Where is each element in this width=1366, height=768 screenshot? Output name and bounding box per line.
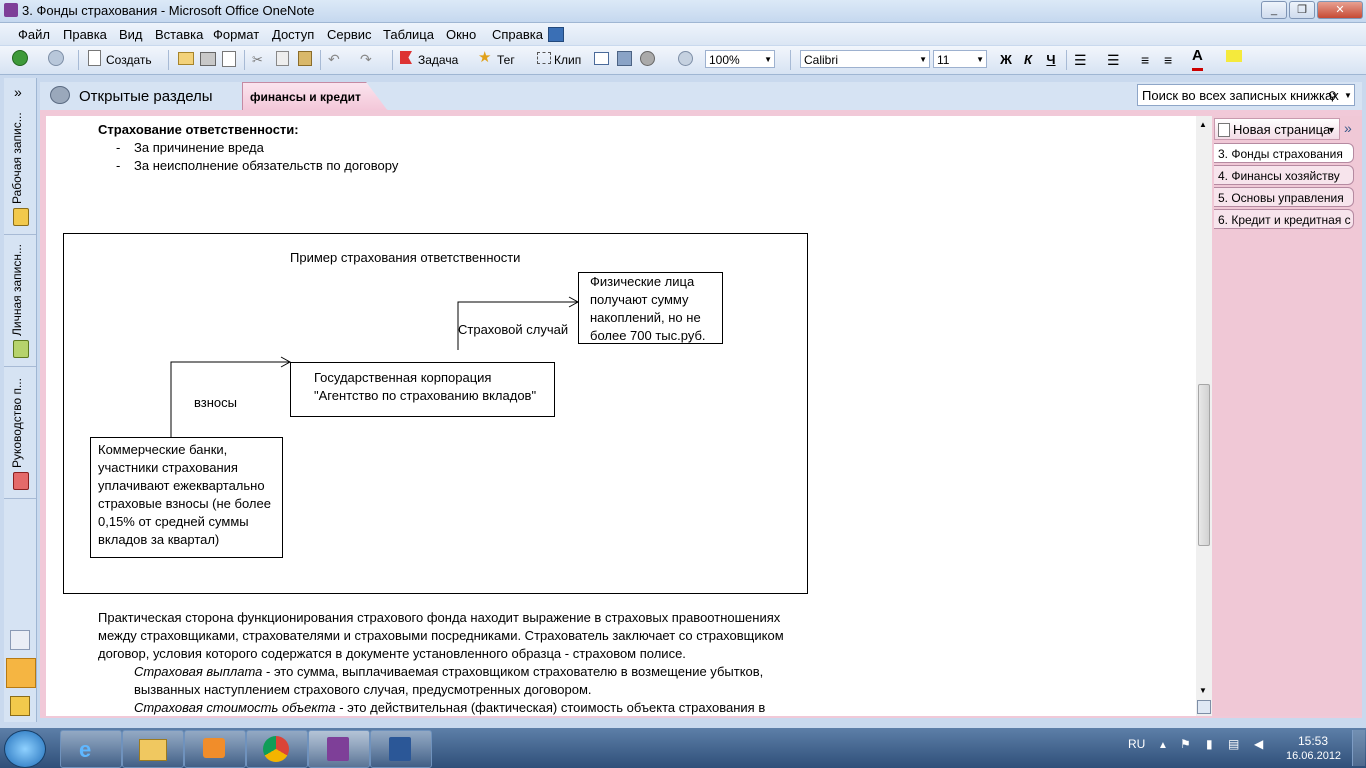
definition-insured-value: Страховая стоимость объекта - это действ…	[134, 699, 765, 717]
label-fees: взносы	[194, 395, 237, 410]
network-icon[interactable]: ▤	[1228, 737, 1239, 751]
definition-text: - это действительная (фактическая) стоим…	[335, 700, 766, 715]
start-button[interactable]	[4, 730, 46, 768]
definition-term: Страховая стоимость объекта	[134, 700, 336, 715]
taskbar-ie-icon[interactable]: e	[60, 730, 122, 768]
taskbar-chrome-icon[interactable]	[246, 730, 308, 768]
definition-text: - это сумма, выплачиваемая страховщиком …	[262, 664, 764, 679]
volume-icon[interactable]: ◀	[1254, 737, 1263, 751]
language-indicator[interactable]: RU	[1128, 737, 1145, 751]
box-commercial-banks-text: Коммерческие банки, участники страховани…	[98, 442, 271, 547]
clock-date[interactable]: 16.06.2012	[1286, 750, 1341, 762]
definition-continuation: вызванных наступлением страхового случая…	[134, 682, 592, 697]
definition-term: Страховая выплата	[134, 664, 263, 679]
taskbar-media-player-icon[interactable]	[184, 730, 246, 768]
paragraph-line: между страховщиками, страхователями и ст…	[98, 628, 784, 643]
box-individuals-text: Физические лица получают сумму накоплени…	[590, 274, 706, 343]
label-insured-event: Страховой случай	[458, 322, 569, 337]
taskbar-word-icon[interactable]	[370, 730, 432, 768]
show-hidden-icons-icon[interactable]: ▲	[1158, 740, 1168, 751]
action-center-flag-icon[interactable]: ⚑	[1180, 737, 1191, 751]
battery-icon[interactable]: ▮	[1206, 737, 1213, 751]
box-deposit-agency-text: Государственная корпорация "Агентство по…	[314, 370, 537, 403]
taskbar-onenote-icon[interactable]	[308, 730, 370, 768]
paragraph-line: договор, условия которого содержатся в д…	[98, 646, 686, 661]
taskbar-explorer-icon[interactable]	[122, 730, 184, 768]
definition-insurance-payment: Страховая выплата - это сумма, выплачива…	[134, 663, 763, 681]
paragraph-line: Практическая сторона функционирования ст…	[98, 610, 781, 625]
clock-time[interactable]: 15:53	[1298, 734, 1328, 748]
show-desktop-button[interactable]	[1352, 730, 1365, 766]
